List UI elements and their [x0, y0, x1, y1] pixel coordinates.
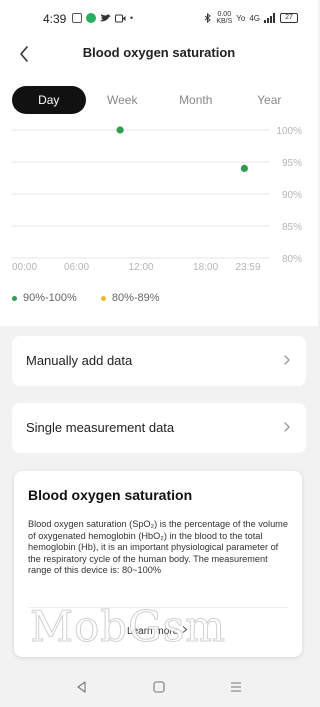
y-tick-label: 80%	[282, 254, 302, 265]
y-tick-label: 85%	[282, 222, 302, 233]
data-point	[116, 126, 124, 134]
manually-add-data-label: Manually add data	[26, 353, 133, 368]
single-measurement-data-row[interactable]: Single measurement data	[12, 403, 306, 453]
tab-year[interactable]: Year	[233, 86, 307, 114]
system-nav-bar	[0, 667, 318, 707]
x-tick-label: 23:59	[235, 262, 260, 273]
legend-dot-low	[100, 295, 106, 301]
spo2-chart: 100% 95% 90% 85% 80% 00:00 06:00 12:00 18:00 23:5…	[12, 126, 302, 273]
status-time: 4:39	[43, 12, 67, 26]
x-tick-label: 12:00	[129, 262, 154, 273]
data-point	[240, 164, 248, 172]
video-icon	[115, 14, 126, 22]
notification-icon	[72, 13, 82, 23]
watermark: MobGsm	[29, 602, 227, 652]
square-home-icon[interactable]	[151, 679, 167, 695]
legend-item-low: 80%-89%	[100, 292, 160, 304]
info-body: Blood oxygen saturation (SpO₂) is the pe…	[28, 519, 288, 576]
triangle-back-icon[interactable]	[74, 679, 90, 695]
tab-week[interactable]: Week	[86, 86, 160, 114]
header: Blood oxygen saturation	[0, 36, 318, 76]
x-tick-label: 18:00	[193, 262, 218, 273]
y-tick-label: 90%	[282, 190, 302, 201]
network-type-label: 4G	[249, 13, 260, 23]
legend-dot-high	[12, 295, 17, 301]
legend-label-low: 80%-89%	[111, 292, 160, 304]
bluetooth-icon	[205, 13, 212, 23]
bird-icon	[100, 13, 111, 21]
chevron-right-icon	[284, 422, 290, 432]
volte-label: Yo	[236, 13, 246, 23]
more-notifications-icon: •	[130, 13, 134, 23]
period-tabs: Day Week Month Year	[12, 86, 306, 114]
menu-icon[interactable]	[228, 679, 244, 695]
chart-card: Day Week Month Year 100% 95% 90% 85% 80% 00:0…	[0, 76, 318, 326]
battery-icon: 27	[280, 13, 298, 23]
info-title: Blood oxygen saturation	[28, 487, 193, 503]
manually-add-data-row[interactable]: Manually add data	[12, 336, 306, 386]
network-speed: 0.00 KB/S	[216, 11, 233, 25]
page-title: Blood oxygen saturation	[82, 45, 236, 60]
y-tick-label: 95%	[282, 158, 302, 169]
tab-month[interactable]: Month	[159, 86, 233, 114]
x-tick-label: 06:00	[64, 262, 89, 273]
legend-item-high: 90%-100%	[12, 292, 77, 304]
legend-label-high: 90%-100%	[23, 292, 77, 304]
signal-icon	[264, 13, 275, 23]
app-notification-icon	[86, 13, 96, 23]
chart-legend: 90%-100% 80%-89%	[12, 292, 160, 304]
single-measurement-data-label: Single measurement data	[26, 420, 175, 435]
y-tick-label: 100%	[276, 126, 302, 137]
notification-icons: •	[72, 12, 133, 24]
status-right: 0.00 KB/S Yo 4G 27	[204, 11, 298, 25]
x-tick-label: 00:00	[12, 262, 37, 273]
status-bar: 4:39 • 0.00 KB/S Yo 4G 27	[0, 0, 318, 36]
chevron-right-icon	[284, 355, 290, 365]
tab-day[interactable]: Day	[12, 86, 86, 114]
